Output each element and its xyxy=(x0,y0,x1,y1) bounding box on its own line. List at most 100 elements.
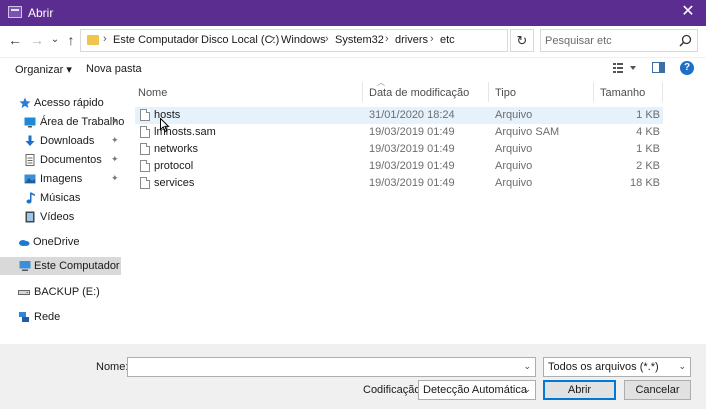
column-divider[interactable] xyxy=(593,82,594,102)
file-row[interactable]: hosts 31/01/2020 18:24 Arquivo 1 KB xyxy=(135,107,663,124)
file-row[interactable]: services 19/03/2019 01:49 Arquivo 18 KB xyxy=(135,175,663,192)
folder-icon xyxy=(87,35,99,45)
file-icon xyxy=(140,143,150,155)
network-icon xyxy=(19,312,29,322)
encoding-label: Codificação: xyxy=(363,384,424,396)
column-divider[interactable] xyxy=(488,82,489,102)
sidebar-item-label: Downloads xyxy=(40,135,95,147)
file-row[interactable]: networks 19/03/2019 01:49 Arquivo 1 KB xyxy=(135,141,663,158)
sidebar-item-backup-drive[interactable]: BACKUP (E:) xyxy=(0,283,130,301)
up-button[interactable]: ↑ xyxy=(62,31,80,49)
videos-icon xyxy=(25,211,35,223)
sidebar-item-label: Rede xyxy=(34,311,61,323)
sidebar-item-onedrive[interactable]: OneDrive xyxy=(0,233,130,251)
music-icon xyxy=(26,192,35,204)
cancel-button[interactable]: Cancelar xyxy=(624,380,691,400)
breadcrumb-system32[interactable]: System32 xyxy=(335,34,384,46)
column-divider[interactable] xyxy=(362,82,363,102)
breadcrumb-separator: › xyxy=(325,33,329,45)
preview-pane-icon[interactable] xyxy=(652,62,665,73)
address-bar[interactable]: › Este Computador › Disco Local (C:) › W… xyxy=(80,29,578,52)
sidebar-item-label: Vídeos xyxy=(40,211,75,223)
refresh-button[interactable]: ↻ xyxy=(510,29,534,52)
file-type: Arquivo xyxy=(495,109,533,121)
sidebar-item-videos[interactable]: Vídeos xyxy=(0,208,130,226)
file-name: services xyxy=(154,177,195,189)
column-header-row: ︿ Nome Data de modificação Tipo Tamanho xyxy=(133,78,663,102)
file-date: 19/03/2019 01:49 xyxy=(369,126,455,138)
breadcrumb-separator: › xyxy=(271,33,275,45)
file-type: Arquivo xyxy=(495,177,533,189)
view-options-icon[interactable] xyxy=(612,61,638,75)
file-icon xyxy=(140,109,150,121)
sidebar-item-label: Músicas xyxy=(40,192,81,204)
sidebar-item-this-pc[interactable]: Este Computador xyxy=(0,257,121,275)
computer-icon xyxy=(19,261,31,271)
column-header-type[interactable]: Tipo xyxy=(495,87,516,99)
column-header-size[interactable]: Tamanho xyxy=(600,87,645,99)
breadcrumb-windows[interactable]: Windows xyxy=(281,34,326,46)
file-row[interactable]: protocol 19/03/2019 01:49 Arquivo 2 KB xyxy=(135,158,663,175)
file-type: Arquivo SAM xyxy=(495,126,560,138)
sidebar-item-pictures[interactable]: Imagens ✦ xyxy=(0,170,130,188)
breadcrumb-drivers[interactable]: drivers xyxy=(395,34,428,46)
sidebar-item-label: Este Computador xyxy=(34,260,120,272)
search-input[interactable] xyxy=(545,32,675,49)
file-icon xyxy=(140,160,150,172)
sidebar-item-label: Documentos xyxy=(40,154,102,166)
breadcrumb-disco-local[interactable]: Disco Local (C:) xyxy=(201,34,279,46)
file-size: 2 KB xyxy=(636,160,660,172)
sidebar-item-desktop[interactable]: Área de Trabalho ✦ xyxy=(0,113,130,131)
pin-icon: ✦ xyxy=(111,135,119,145)
help-icon[interactable]: ? xyxy=(680,61,694,75)
drive-icon xyxy=(18,290,30,295)
encoding-select[interactable]: Detecção Automática ⌄ xyxy=(418,380,536,400)
sidebar-item-downloads[interactable]: Downloads ✦ xyxy=(0,132,130,150)
sidebar-item-label: OneDrive xyxy=(33,236,80,248)
organize-button[interactable]: Organizar ▾ xyxy=(15,63,72,76)
file-name: networks xyxy=(154,143,199,155)
file-size: 1 KB xyxy=(636,143,660,155)
file-date: 19/03/2019 01:49 xyxy=(369,177,455,189)
close-button[interactable]: ✕ xyxy=(678,2,698,22)
window-title: Abrir xyxy=(28,6,54,20)
file-type-filter-value: Todos os arquivos (*.*) xyxy=(548,361,659,373)
filename-label: Nome: xyxy=(96,361,129,373)
new-folder-button[interactable]: Nova pasta xyxy=(86,63,142,75)
mouse-cursor-icon xyxy=(160,118,170,133)
sidebar-item-label: Acesso rápido xyxy=(34,97,104,109)
file-size: 18 KB xyxy=(630,177,660,189)
file-type: Arquivo xyxy=(495,160,533,172)
sidebar-item-label: BACKUP (E:) xyxy=(34,286,100,298)
file-size: 4 KB xyxy=(636,126,660,138)
download-icon xyxy=(25,135,35,146)
file-size: 1 KB xyxy=(636,109,660,121)
pin-icon: ✦ xyxy=(111,116,119,126)
breadcrumb-etc[interactable]: etc xyxy=(440,34,455,46)
column-divider[interactable] xyxy=(662,82,663,102)
back-button[interactable]: ← xyxy=(6,31,24,49)
sidebar-item-label: Imagens xyxy=(40,173,83,185)
sidebar-item-network[interactable]: Rede xyxy=(0,308,130,326)
cloud-icon xyxy=(19,240,30,246)
column-header-name[interactable]: Nome xyxy=(138,87,167,99)
pictures-icon xyxy=(24,174,36,184)
search-box[interactable] xyxy=(540,29,698,52)
file-row[interactable]: lmhosts.sam 19/03/2019 01:49 Arquivo SAM… xyxy=(135,124,663,141)
file-date: 19/03/2019 01:49 xyxy=(369,160,455,172)
column-header-date[interactable]: Data de modificação xyxy=(369,87,469,99)
chevron-down-icon[interactable]: ⌄ xyxy=(523,361,531,372)
file-date: 31/01/2020 18:24 xyxy=(369,109,455,121)
sidebar-item-quick-access[interactable]: Acesso rápido xyxy=(0,94,130,112)
pin-icon: ✦ xyxy=(111,173,119,183)
file-name: protocol xyxy=(154,160,194,172)
open-button[interactable]: Abrir xyxy=(543,380,616,400)
filename-field[interactable]: ⌄ xyxy=(127,357,536,377)
sidebar-item-music[interactable]: Músicas xyxy=(0,189,130,207)
chevron-down-icon: ⌄ xyxy=(678,361,686,371)
file-type-filter[interactable]: Todos os arquivos (*.*) ⌄ xyxy=(543,357,691,377)
sidebar-item-documents[interactable]: Documentos ✦ xyxy=(0,151,130,169)
forward-button[interactable]: → xyxy=(28,31,46,49)
search-icon[interactable] xyxy=(679,34,692,47)
breadcrumb-este-computador[interactable]: Este Computador xyxy=(113,34,199,46)
